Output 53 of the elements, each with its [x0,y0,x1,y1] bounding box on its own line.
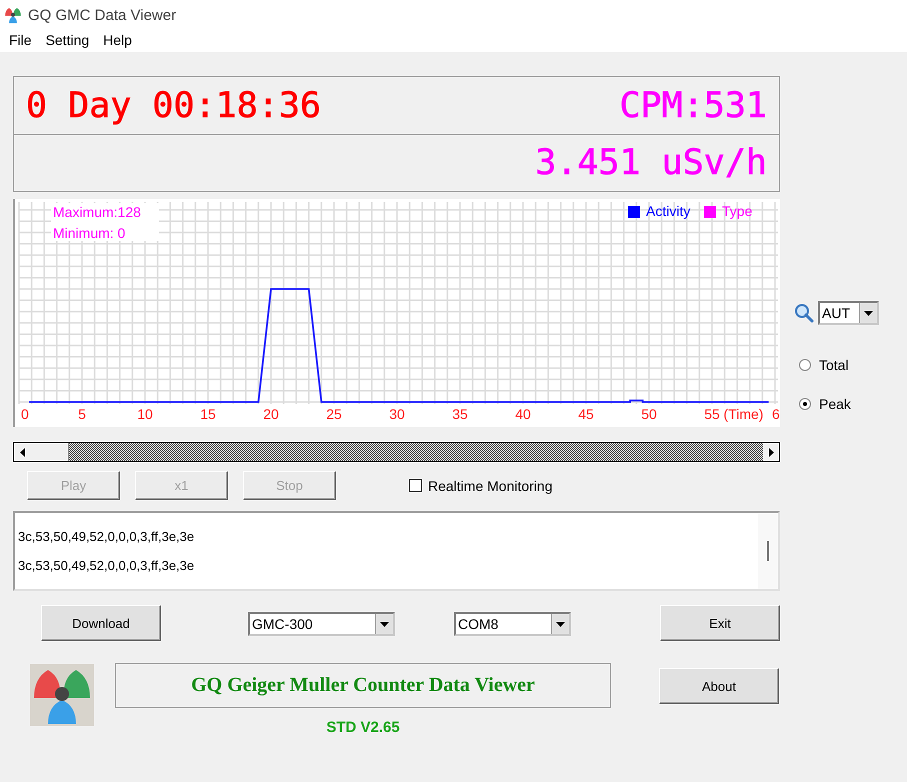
axis-tick-label: 5 [78,406,86,422]
dose-rate-reading: 3.451 uSv/h [535,143,767,183]
axis-tick-label: 15 [200,406,216,422]
legend-label: Type [722,203,752,219]
axis-tick-label: 20 [263,406,279,422]
scroll-left-icon[interactable] [20,448,24,456]
scrollbar-thumb[interactable] [30,443,69,461]
port-dropdown[interactable]: COM8 [454,612,571,636]
radio-button[interactable] [799,398,811,410]
app-banner: GQ Geiger Muller Counter Data Viewer [115,663,611,708]
caret-icon [556,622,565,626]
checkbox-label: Realtime Monitoring [428,478,552,494]
checkbox[interactable] [409,479,422,492]
axis-tick-label: 40 [515,406,531,422]
log-line: 3c,53,50,49,52,0,0,0,3,ff,3e,3e [18,529,196,544]
axis-tick-label: 6 [772,406,780,422]
cpm-reading: CPM:531 [619,86,767,126]
legend-label: Activity [646,203,690,219]
menu-item[interactable]: Help [96,30,139,52]
axis-tick-label: 30 [389,406,405,422]
version-label: STD V2.65 [326,719,400,736]
menu-item[interactable]: File [2,30,39,52]
axis-title: (Time) [724,406,764,422]
axis-tick-label: 25 [326,406,342,422]
axis-tick-label: 0 [21,406,29,422]
minimum-label: Minimum: 0 [53,225,126,241]
download-button[interactable]: Download [41,605,161,641]
scroll-right-icon[interactable] [768,448,774,456]
radio-button[interactable] [799,359,811,371]
zoom-dropdown[interactable]: AUT [818,301,879,325]
app-icon [4,6,22,24]
caret-icon [864,310,873,316]
scrollbar-thumb[interactable] [767,541,769,561]
axis-tick-label: 55 [704,406,720,422]
exit-button[interactable]: Exit [660,605,780,641]
log-line: 3c,53,50,49,52,0,0,0,3,ff,3e,3e [18,558,196,573]
about-button[interactable]: About [659,668,779,704]
horizontal-scrollbar[interactable] [13,442,780,462]
caret-icon [380,622,389,626]
logo-drawing [30,663,94,727]
axis-tick-label: 50 [641,406,657,422]
axis-tick-label: 45 [578,406,594,422]
search-icon [794,303,814,323]
radio-label: Total [819,357,849,373]
axis-tick-label: 10 [137,406,153,422]
menu-item[interactable]: Setting [38,30,96,52]
maximum-label: Maximum:128 [53,204,141,220]
window-title: GQ GMC Data Viewer [28,6,176,24]
model-dropdown[interactable]: GMC-300 [248,612,395,636]
log-textbox[interactable]: 3c,53,50,49,52,0,0,0,3,ff,3e,3e 3c,53,50,49,52,0,0,0,3,ff,3e,3e [13,511,780,591]
elapsed-time: 0 Day 00:18:36 [26,86,322,126]
radio-label: Peak [819,396,851,412]
axis-tick-label: 35 [452,406,468,422]
